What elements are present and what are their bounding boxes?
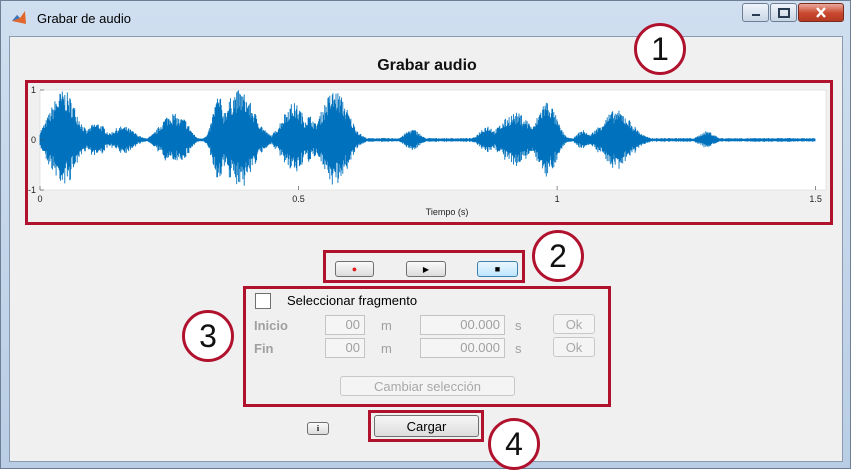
select-fragment-checkbox[interactable] <box>255 293 271 309</box>
y-tick-label: -1 <box>28 185 36 195</box>
change-selection-button[interactable]: Cambiar selección <box>340 376 515 396</box>
start-minutes-unit: m <box>381 318 392 333</box>
app-window: Grabar de audio Grabar audio 1 1 0 -1 0 0.5 1… <box>0 0 851 470</box>
info-icon: i <box>316 424 320 433</box>
play-icon: ▶ <box>422 264 430 274</box>
select-fragment-label[interactable]: Seleccionar fragmento <box>287 293 417 308</box>
record-icon: ● <box>351 264 358 274</box>
stop-button[interactable]: ■ <box>477 261 518 277</box>
load-button[interactable]: Cargar <box>374 415 479 437</box>
y-tick-label: 1 <box>31 85 36 95</box>
close-button[interactable] <box>798 3 844 22</box>
end-label: Fin <box>254 341 274 356</box>
stop-icon: ■ <box>494 264 501 274</box>
annotation-2: 2 <box>532 230 584 282</box>
annotation-4: 4 <box>488 418 540 470</box>
waveform-plot: 10-10 0.5 1 1.5 Tiempo (s) <box>28 85 827 217</box>
y-tick-label: 0 <box>31 135 36 145</box>
end-seconds-unit: s <box>515 341 522 356</box>
x-axis-label: Tiempo (s) <box>426 207 469 217</box>
start-minutes-field[interactable]: 00 <box>325 315 365 335</box>
annotation-1: 1 <box>634 23 686 75</box>
info-button[interactable]: i <box>307 422 329 435</box>
start-seconds-field[interactable]: 00.000 <box>420 315 505 335</box>
matlab-app-icon <box>12 11 26 24</box>
start-ok-button[interactable]: Ok <box>553 314 595 334</box>
end-minutes-field[interactable]: 00 <box>325 338 365 358</box>
x-tick-label: 0.5 <box>292 194 305 204</box>
close-icon <box>816 7 826 18</box>
x-tick-label: 1 <box>555 194 560 204</box>
start-seconds-unit: s <box>515 318 522 333</box>
end-seconds-field[interactable]: 00.000 <box>420 338 505 358</box>
end-minutes-unit: m <box>381 341 392 356</box>
window-controls <box>741 3 844 23</box>
annotation-3: 3 <box>182 310 234 362</box>
start-label: Inicio <box>254 318 288 333</box>
maximize-icon <box>777 7 790 18</box>
record-button[interactable]: ● <box>335 261 374 277</box>
figure-content: Grabar audio 1 1 0 -1 0 0.5 1 1.5 Tiempo (s) 2… <box>9 23 843 470</box>
maximize-button[interactable] <box>770 3 797 22</box>
panel-title: Grabar audio <box>377 57 477 74</box>
x-tick-label: 1.5 <box>809 194 822 204</box>
end-ok-button[interactable]: Ok <box>553 337 595 357</box>
minimize-button[interactable] <box>742 3 769 22</box>
minimize-icon <box>751 13 760 16</box>
title-bar[interactable]: Grabar de audio <box>1 1 850 35</box>
window-title: Grabar de audio <box>37 11 131 26</box>
play-button[interactable]: ▶ <box>406 261 446 277</box>
x-tick-label: 0 <box>37 194 42 204</box>
